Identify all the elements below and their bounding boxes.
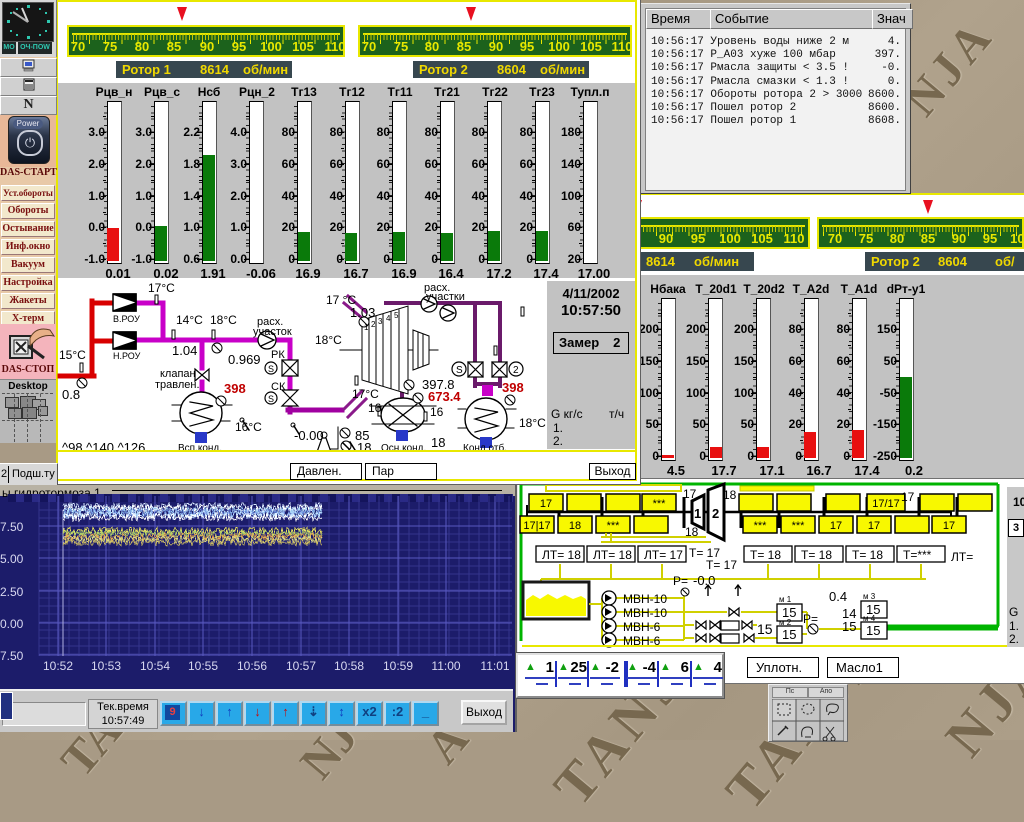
svg-text:17°C: 17°C — [352, 387, 379, 401]
svg-text:16: 16 — [430, 405, 444, 419]
svg-text:Т= 18: Т= 18 — [852, 548, 883, 562]
svg-text:1.04: 1.04 — [172, 343, 197, 358]
svg-text:***: *** — [607, 520, 621, 532]
svg-text:***: *** — [653, 498, 667, 510]
svg-text:17: 17 — [683, 487, 697, 501]
svg-text:17: 17 — [868, 520, 880, 532]
svg-text:Р=: Р= — [803, 612, 818, 626]
svg-text:0.4: 0.4 — [829, 589, 847, 604]
svg-text:17/17: 17/17 — [872, 498, 900, 510]
svg-text:участки: участки — [426, 291, 465, 303]
svg-text:ЛТ= 18: ЛТ= 18 — [593, 548, 632, 562]
svg-text:м 2: м 2 — [779, 618, 792, 627]
svg-text:16°C: 16°C — [235, 420, 262, 434]
svg-text:***: *** — [792, 520, 806, 532]
svg-text:МВН-10: МВН-10 — [623, 592, 667, 606]
svg-text:18°C: 18°C — [210, 313, 237, 327]
svg-text:1: 1 — [694, 506, 701, 521]
svg-text:-0.0: -0.0 — [693, 573, 715, 588]
svg-text:МВН-10: МВН-10 — [623, 606, 667, 620]
svg-text:18°C: 18°C — [519, 416, 546, 430]
svg-text:17: 17 — [830, 520, 842, 532]
svg-text:15: 15 — [842, 619, 856, 634]
svg-text:-0.00: -0.00 — [294, 428, 324, 443]
svg-text:Н.РОУ: Н.РОУ — [113, 351, 141, 361]
svg-text:S: S — [268, 364, 274, 374]
svg-text:17: 17 — [943, 520, 955, 532]
svg-text:4: 4 — [386, 314, 391, 323]
svg-text:18°C: 18°C — [315, 333, 342, 347]
svg-text:ЛТ= 18: ЛТ= 18 — [542, 548, 581, 562]
svg-text:3: 3 — [378, 317, 383, 326]
svg-text:18: 18 — [569, 520, 581, 532]
svg-text:15°C: 15°C — [59, 348, 86, 362]
svg-text:5: 5 — [394, 311, 399, 320]
svg-text:Т= 17: Т= 17 — [706, 558, 737, 572]
svg-text:17: 17 — [901, 490, 915, 504]
svg-text:2: 2 — [513, 365, 519, 376]
svg-text:15: 15 — [866, 623, 880, 638]
svg-text:травлен.: травлен. — [155, 379, 200, 391]
svg-text:14°C: 14°C — [176, 313, 203, 327]
svg-text:398: 398 — [224, 381, 246, 396]
svg-text:участок: участок — [253, 326, 292, 338]
svg-text:0.969: 0.969 — [228, 352, 261, 367]
svg-text:МВН-6: МВН-6 — [623, 620, 661, 634]
svg-text:15: 15 — [757, 621, 773, 637]
svg-text:ЛТ=: ЛТ= — [951, 550, 973, 564]
svg-text:17|17: 17|17 — [523, 520, 550, 532]
svg-text:Т=***: Т=*** — [903, 548, 932, 562]
svg-text:S: S — [456, 365, 463, 376]
svg-text:1: 1 — [364, 323, 369, 332]
svg-text:18: 18 — [431, 435, 445, 450]
svg-text:398: 398 — [502, 380, 524, 395]
svg-text:15: 15 — [782, 627, 796, 642]
svg-text:Р=: Р= — [673, 574, 688, 588]
svg-text:17: 17 — [540, 498, 552, 510]
svg-text:м 1: м 1 — [779, 595, 792, 604]
svg-text:В.РОУ: В.РОУ — [113, 314, 140, 324]
svg-text:0.8: 0.8 — [62, 387, 80, 402]
svg-text:м 3: м 3 — [863, 592, 876, 601]
svg-text:м 4: м 4 — [863, 614, 876, 623]
svg-text:1.03: 1.03 — [350, 305, 375, 320]
svg-text:18: 18 — [723, 488, 737, 502]
svg-text:2: 2 — [371, 320, 376, 329]
svg-text:РК: РК — [271, 349, 285, 361]
svg-text:S: S — [268, 394, 274, 404]
svg-text:16: 16 — [368, 401, 382, 415]
svg-text:Т= 18: Т= 18 — [750, 548, 781, 562]
svg-text:2: 2 — [712, 506, 719, 521]
svg-text:673.4: 673.4 — [428, 389, 461, 404]
svg-text:17°C: 17°C — [148, 281, 175, 295]
svg-text:***: *** — [754, 520, 768, 532]
svg-text:СК: СК — [271, 381, 286, 393]
svg-text:ЛТ= 17: ЛТ= 17 — [644, 548, 683, 562]
svg-text:Т= 18: Т= 18 — [801, 548, 832, 562]
